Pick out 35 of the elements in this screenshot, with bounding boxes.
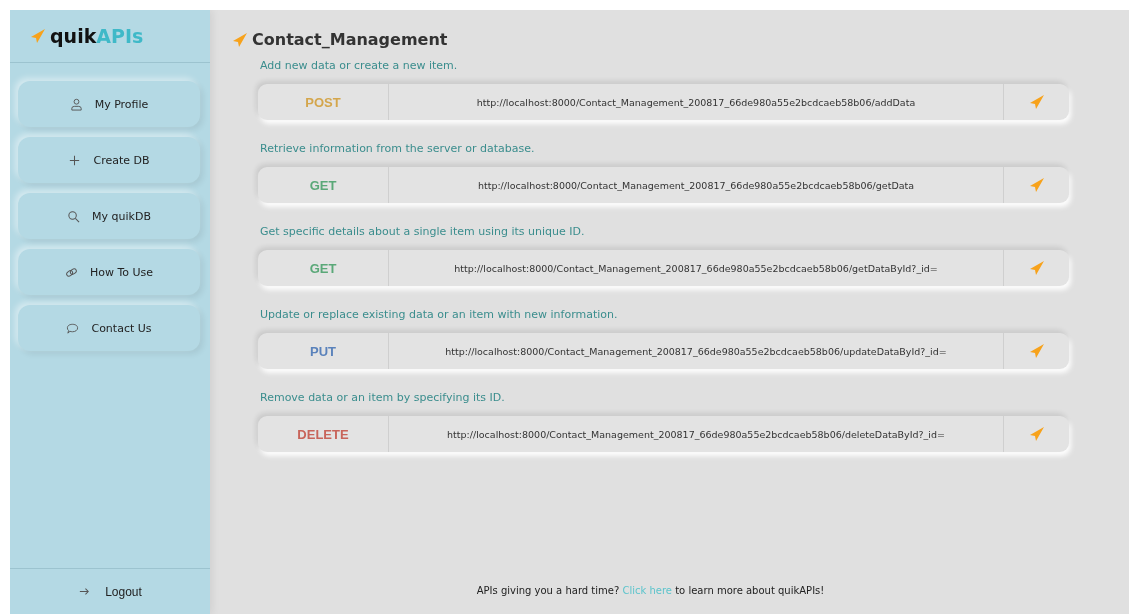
search-icon [67,209,81,223]
sidebar-item[interactable]: Contact Us [18,305,200,351]
method-label: PUT [258,333,389,369]
page-title: Contact_Management [252,30,448,49]
sidebar-item[interactable]: My Profile [18,81,200,127]
chat-icon [66,321,80,335]
endpoint-description: Retrieve information from the server or database. [260,142,536,155]
link-icon [64,265,78,279]
paper-plane-icon [1028,343,1045,359]
plane-icon [232,31,248,48]
plus-icon [68,153,82,167]
sidebar-item[interactable]: How To Use [18,249,200,295]
sidebar-item[interactable]: Create DB [18,137,200,183]
endpoint-description: Get specific details about a single item using its unique ID. [260,225,586,238]
endpoint-url: http://localhost:8000/Contact_Management_200817_66de980a55e2bcdcaeb58b06/updateDataById?_id= [444,344,948,359]
method-label: GET [258,250,389,286]
footer-text: APIs giving you a hard time? Click here to learn more about quikAPIs! [475,585,826,596]
endpoint-description: Update or replace existing data or an item with new information. [260,308,619,321]
endpoint-url: http://localhost:8000/Contact_Management_200817_66de980a55e2bcdcaeb58b06/getData [476,178,916,193]
endpoint-url: http://localhost:8000/Contact_Management_200817_66de980a55e2bcdcaeb58b06/addData [475,95,917,110]
endpoint-url: http://localhost:8000/Contact_Management_200817_66de980a55e2bcdcaeb58b06/deleteDataById?_id= [446,427,946,442]
paper-plane-icon [1028,177,1045,193]
paper-plane-icon [1028,426,1045,442]
person-icon [69,97,83,111]
method-label: GET [258,167,389,203]
paper-plane-icon [1028,94,1045,110]
sidebar-item[interactable]: My quikDB [18,193,200,239]
method-label: DELETE [258,416,389,452]
endpoint-description: Remove data or an item by specifying its ID. [260,391,506,404]
method-label: POST [258,84,389,120]
logo-plane-icon [30,28,46,44]
endpoint-url: http://localhost:8000/Contact_Management_200817_66de980a55e2bcdcaeb58b06/getDataById?_id= [453,261,939,276]
logo-text: quikAPIs [50,25,144,47]
endpoint-description: Add new data or create a new item. [260,59,459,72]
paper-plane-icon [1028,260,1045,276]
